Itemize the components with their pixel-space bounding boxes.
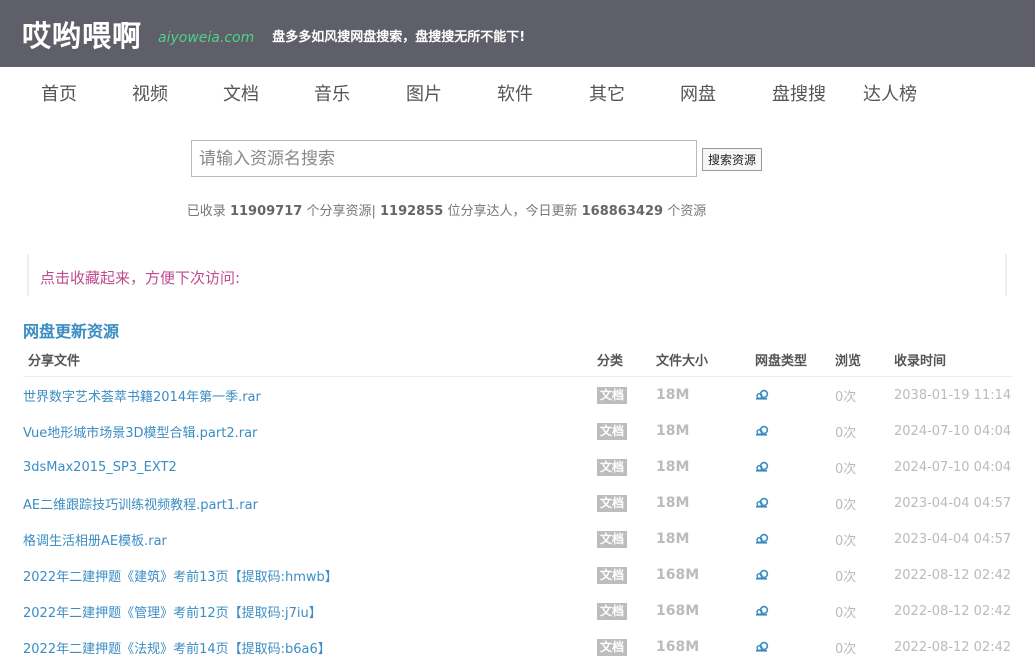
record-time: 2022-08-12 02:42: [894, 604, 1011, 619]
baidu-pan-icon: [755, 603, 769, 619]
main-nav: 首页 视频 文档 音乐 图片 软件 其它 网盘 盘搜搜 达人榜: [0, 67, 1035, 117]
file-size: 168M: [656, 639, 699, 655]
file-table-body: 世界数字艺术荟萃书籍2014年第一季.rar 文档 18M 0次 2038-01-19 …: [23, 377, 1013, 665]
nav-item-ranking[interactable]: 达人榜: [863, 80, 917, 106]
table-row: 2022年二建押题《法规》考前14页【提取码:b6a6】 文档 168M 0次 2022…: [23, 629, 1013, 665]
column-header-size: 文件大小: [656, 342, 755, 377]
nav-item-software[interactable]: 软件: [497, 80, 533, 106]
category-badge: 文档: [597, 567, 627, 584]
nav-item-document[interactable]: 文档: [223, 80, 259, 106]
view-count: 0次: [835, 426, 856, 441]
stats-separator: |: [371, 204, 375, 219]
file-link[interactable]: 3dsMax2015_SP3_EXT2: [23, 460, 177, 475]
category-badge: 文档: [597, 531, 627, 548]
view-count: 0次: [835, 606, 856, 621]
column-header-netdisk-type: 网盘类型: [755, 342, 835, 377]
file-link[interactable]: 2022年二建押题《建筑》考前13页【提取码:hmwb】: [23, 570, 338, 585]
category-badge: 文档: [597, 639, 627, 656]
baidu-pan-icon: [755, 387, 769, 403]
baidu-pan-icon: [755, 423, 769, 439]
stats-today-suffix: 个资源: [667, 204, 706, 219]
nav-item-other[interactable]: 其它: [589, 80, 625, 106]
nav-item-pansousou[interactable]: 盘搜搜: [772, 80, 826, 106]
baidu-pan-icon: [755, 639, 769, 655]
file-link[interactable]: 世界数字艺术荟萃书籍2014年第一季.rar: [23, 390, 261, 405]
nav-item-image[interactable]: 图片: [406, 80, 442, 106]
baidu-pan-icon: [755, 531, 769, 547]
baidu-pan-icon: [755, 459, 769, 475]
view-count: 0次: [835, 462, 856, 477]
category-badge: 文档: [597, 459, 627, 476]
stats-resources-suffix: 个分享资源: [306, 204, 371, 219]
view-count: 0次: [835, 570, 856, 585]
file-size: 18M: [656, 423, 689, 439]
table-row: Vue地形城市场景3D模型合辑.part2.rar 文档 18M 0次 2024-07-…: [23, 413, 1013, 449]
stats-users-count: 1192855: [380, 204, 443, 219]
file-link[interactable]: AE二维跟踪技巧训练视频教程.part1.rar: [23, 498, 258, 513]
file-table: 分享文件 分类 文件大小 网盘类型 浏览 收录时间 世界数字艺术荟萃书籍2014…: [23, 342, 1013, 665]
nav-item-home[interactable]: 首页: [41, 80, 77, 106]
site-slogan: 盘多多如风搜网盘搜索，盘搜搜无所不能下!: [272, 26, 525, 45]
file-size: 18M: [656, 387, 689, 403]
bookmark-link[interactable]: 点击收藏起来，方便下次访问:: [40, 267, 240, 288]
nav-item-music[interactable]: 音乐: [314, 80, 350, 106]
file-link[interactable]: Vue地形城市场景3D模型合辑.part2.rar: [23, 426, 257, 441]
category-badge: 文档: [597, 495, 627, 512]
site-logo[interactable]: 哎哟喂啊: [22, 13, 142, 55]
category-badge: 文档: [597, 603, 627, 620]
table-row: 2022年二建押题《管理》考前12页【提取码:j7iu】 文档 168M 0次 2022…: [23, 593, 1013, 629]
record-time: 2038-01-19 11:14: [894, 388, 1011, 403]
site-domain: aiyoweia.com: [158, 30, 254, 46]
view-count: 0次: [835, 498, 856, 513]
stats-users-suffix: 位分享达人，今日更新: [447, 204, 577, 219]
table-row: 3dsMax2015_SP3_EXT2 文档 18M 0次 2024-07-10 04:…: [23, 449, 1013, 485]
nav-item-netdisk[interactable]: 网盘: [680, 80, 716, 106]
table-row: 世界数字艺术荟萃书籍2014年第一季.rar 文档 18M 0次 2038-01-19 …: [23, 377, 1013, 414]
file-size: 18M: [656, 531, 689, 547]
view-count: 0次: [835, 534, 856, 549]
baidu-pan-icon: [755, 495, 769, 511]
table-row: 格调生活相册AE模板.rar 文档 18M 0次 2023-04-04 04:57: [23, 521, 1013, 557]
category-badge: 文档: [597, 387, 627, 404]
stats-resources-count: 11909717: [230, 204, 302, 219]
category-badge: 文档: [597, 423, 627, 440]
file-link[interactable]: 格调生活相册AE模板.rar: [23, 534, 167, 549]
record-time: 2024-07-10 04:04: [894, 424, 1011, 439]
table-row: AE二维跟踪技巧训练视频教程.part1.rar 文档 18M 0次 2023-04-0…: [23, 485, 1013, 521]
file-link[interactable]: 2022年二建押题《管理》考前12页【提取码:j7iu】: [23, 606, 322, 621]
record-time: 2023-04-04 04:57: [894, 532, 1011, 547]
record-time: 2023-04-04 04:57: [894, 496, 1011, 511]
file-size: 18M: [656, 495, 689, 511]
table-row: 2022年二建押题《建筑》考前13页【提取码:hmwb】 文档 168M 0次 2022…: [23, 557, 1013, 593]
search-button[interactable]: 搜索资源: [702, 148, 762, 171]
stats-prefix: 已收录: [187, 204, 226, 219]
record-time: 2024-07-10 04:04: [894, 460, 1011, 475]
file-size: 18M: [656, 459, 689, 475]
file-size: 168M: [656, 567, 699, 583]
site-header: 哎哟喂啊 aiyoweia.com 盘多多如风搜网盘搜索，盘搜搜无所不能下!: [0, 0, 1035, 67]
file-link[interactable]: 2022年二建押题《法规》考前14页【提取码:b6a6】: [23, 642, 331, 657]
baidu-pan-icon: [755, 567, 769, 583]
stats-today-count: 168863429: [582, 204, 663, 219]
section-title: 网盘更新资源: [23, 318, 119, 342]
record-time: 2022-08-12 02:42: [894, 568, 1011, 583]
nav-item-video[interactable]: 视频: [132, 80, 168, 106]
bookmark-box: 点击收藏起来，方便下次访问:: [27, 254, 1007, 296]
table-header-row: 分享文件 分类 文件大小 网盘类型 浏览 收录时间: [23, 342, 1013, 377]
column-header-category: 分类: [597, 342, 656, 377]
search-input[interactable]: [191, 140, 697, 177]
column-header-views: 浏览: [835, 342, 894, 377]
view-count: 0次: [835, 642, 856, 657]
site-stats: 已收录 11909717 个分享资源| 1192855 位分享达人，今日更新 1…: [0, 200, 893, 219]
record-time: 2022-08-12 02:42: [894, 640, 1011, 655]
column-header-time: 收录时间: [894, 342, 1013, 377]
view-count: 0次: [835, 390, 856, 405]
file-size: 168M: [656, 603, 699, 619]
column-header-file: 分享文件: [23, 342, 597, 377]
